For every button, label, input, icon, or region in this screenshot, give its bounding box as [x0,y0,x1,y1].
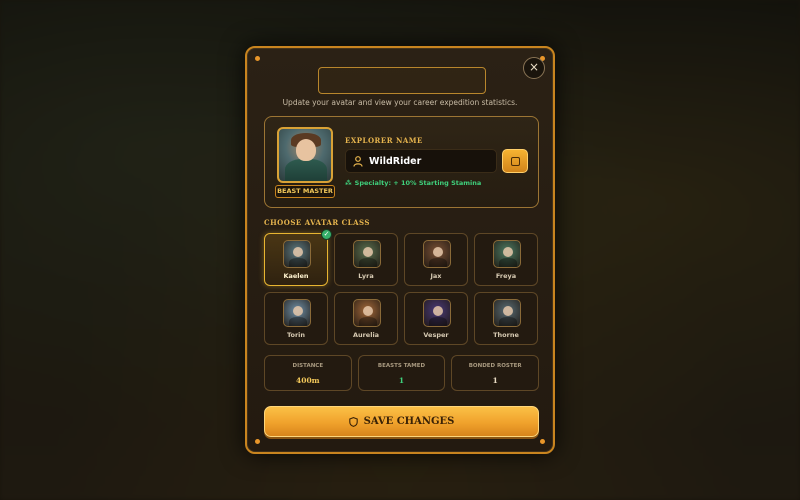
edit-icon [511,157,520,166]
class-tile-lyra[interactable]: Lyra [334,233,398,286]
checkmark-icon: ✓ [321,229,332,240]
class-tile-thorne[interactable]: Thorne [474,292,538,345]
explorer-name-label: EXPLORER NAME [345,136,423,145]
corner-stud [255,439,260,444]
sparkle-icon: ⁂ [345,179,352,187]
class-portrait [353,299,381,327]
specialty-text: ⁂ Specialty: + 10% Starting Stamina [345,179,481,187]
current-avatar [277,127,333,183]
explorer-name-input[interactable]: WildRider [345,149,497,173]
stat-label: DISTANCE [292,363,324,369]
edit-name-button[interactable] [502,149,528,173]
class-portrait [353,240,381,268]
class-tile-torin[interactable]: Torin [264,292,328,345]
stat-value: 400m [296,376,320,385]
user-icon [353,156,363,167]
class-tile-jax[interactable]: Jax [404,233,468,286]
stat-value: 1 [398,376,405,385]
stat-distance: DISTANCE 400m [264,355,352,391]
class-portrait [493,240,521,268]
class-name: Freya [495,272,517,280]
profile-modal: × Update your avatar and view your caree… [245,46,555,454]
close-button[interactable]: × [523,57,545,79]
save-changes-label: SAVE CHANGES [363,416,455,427]
save-changes-button[interactable]: SAVE CHANGES [264,406,539,437]
role-badge: BEAST MASTER [275,185,335,198]
shield-icon [348,416,358,427]
class-tile-freya[interactable]: Freya [474,233,538,286]
career-stats: DISTANCE 400m BEASTS TAMED 1 BONDED ROST… [264,355,540,391]
modal-title [318,67,486,94]
class-portrait [283,240,311,268]
stat-label: BONDED ROSTER [468,363,522,369]
class-name: Lyra [358,272,374,280]
class-tile-vesper[interactable]: Vesper [404,292,468,345]
stat-label: BEASTS TAMED [377,363,426,369]
class-name: Vesper [423,331,449,339]
stat-value: 1 [492,376,498,385]
corner-stud [540,439,545,444]
specialty-label: Specialty: + 10% Starting Stamina [354,179,482,187]
corner-stud [255,56,260,61]
explorer-name-value: WildRider [369,156,422,167]
avatar-class-grid: Kaelen ✓ Lyra Jax Freya Torin Aurelia Ve… [264,229,539,345]
avatar-class-label: CHOOSE AVATAR CLASS [264,218,370,227]
stat-beasts-tamed: BEASTS TAMED 1 [357,355,446,391]
class-portrait [493,299,521,327]
class-portrait [423,299,451,327]
class-name: Torin [286,331,306,339]
class-tile-aurelia[interactable]: Aurelia [334,292,398,345]
class-name: Aurelia [352,331,380,339]
close-icon: × [528,60,540,74]
class-name: Jax [430,272,442,280]
class-name: Thorne [493,331,519,339]
modal-subtitle: Update your avatar and view your career … [282,98,518,107]
class-portrait [423,240,451,268]
class-tile-kaelen[interactable]: Kaelen ✓ [264,229,332,286]
stat-bonded-roster: BONDED ROSTER 1 [451,355,540,391]
class-portrait [283,299,311,327]
profile-card: BEAST MASTER EXPLORER NAME WildRider ⁂ Sp… [264,116,539,208]
class-name: Kaelen [283,272,309,280]
